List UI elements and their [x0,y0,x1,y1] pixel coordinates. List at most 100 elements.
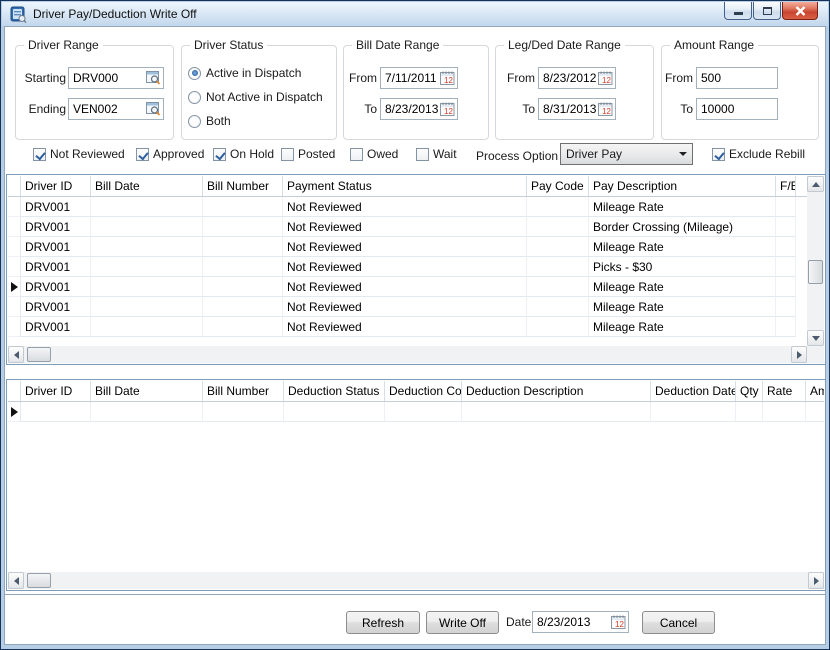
wait-checkbox[interactable]: Wait [416,146,457,162]
cell-driver-id: DRV001 [21,317,91,337]
row-selector [8,217,21,237]
column-header-bill-date[interactable]: Bill Date [91,381,203,401]
grid-row[interactable]: DRV001Not ReviewedPicks - $30 [8,257,807,277]
bill-from-input[interactable] [381,69,438,87]
cell-bill-date [91,317,203,337]
column-header-bill-date[interactable]: Bill Date [91,176,203,196]
column-header-payment-status[interactable]: Payment Status [283,176,527,196]
grid-row[interactable] [8,402,824,422]
bill-from-calendar-button[interactable]: 12 [438,68,457,88]
grid-row[interactable]: DRV001Not ReviewedMileage Rate [8,237,807,257]
pay-grid-horizontal-scrollbar[interactable] [8,346,807,363]
ending-field [68,98,164,120]
cell-amount [806,402,824,422]
ending-lookup-button[interactable] [144,99,163,119]
cell-bill-date [91,277,203,297]
cell-qty [736,402,763,422]
driver-status-group: Driver Status Active in DispatchNot Acti… [181,45,337,140]
horizontal-scrollbar-thumb[interactable] [27,347,51,362]
app-icon [10,6,27,23]
bill-to-calendar-button[interactable]: 12 [438,99,457,119]
cell-bill-number [203,297,283,317]
leg-to-label: To [502,102,535,116]
leg-to-input[interactable] [539,100,596,118]
horizontal-scrollbar-thumb[interactable] [27,573,51,588]
radio-icon [188,91,201,104]
exclude-rebill-checkbox[interactable]: Exclude Rebill [712,146,805,162]
cell-f-b [776,217,796,237]
amount-to-label: To [662,102,693,116]
process-option-select[interactable]: Driver Pay [560,143,693,165]
minimize-button[interactable] [724,2,752,20]
scroll-left-button[interactable] [8,572,24,589]
close-button[interactable] [782,2,818,20]
starting-lookup-button[interactable] [144,68,163,88]
cell-driver-id: DRV001 [21,277,91,297]
cell-deduction-code [385,402,462,422]
cancel-button[interactable]: Cancel [642,611,715,634]
column-header-deduction-status[interactable]: Deduction Status [284,381,385,401]
leg-from-input[interactable] [539,69,596,87]
column-header-bill-number[interactable]: Bill Number [203,381,284,401]
driver-status-option-not-active-in-dispatch[interactable]: Not Active in Dispatch [188,90,323,104]
column-header-pay-description[interactable]: Pay Description [589,176,776,196]
date-calendar-button[interactable]: 12 [609,612,628,632]
arrow-down-icon [812,336,820,341]
not-reviewed-checkbox[interactable]: Not Reviewed [33,146,125,162]
column-header-rate[interactable]: Rate [763,381,806,401]
checkbox-label: Owed [367,147,398,161]
column-header-pay-code[interactable]: Pay Code [527,176,589,196]
column-header-qty[interactable]: Qty [736,381,763,401]
grid-row[interactable]: DRV001Not ReviewedMileage Rate [8,197,807,217]
date-input[interactable] [533,613,609,631]
refresh-button[interactable]: Refresh [346,611,420,634]
starting-input[interactable] [69,69,144,87]
grid-row[interactable]: DRV001Not ReviewedMileage Rate [8,297,807,317]
scroll-up-button[interactable] [807,176,824,192]
column-header-amount[interactable]: Amount [806,381,824,401]
grid-row[interactable]: DRV001Not ReviewedBorder Crossing (Milea… [8,217,807,237]
column-header-driver-id[interactable]: Driver ID [21,381,91,401]
amount-from-input[interactable] [697,69,777,87]
deduction-grid: Driver IDBill DateBill NumberDeduction S… [6,379,826,591]
cell-pay-code [527,297,589,317]
cell-driver-id: DRV001 [21,297,91,317]
column-header-driver-id[interactable]: Driver ID [21,176,91,196]
scroll-right-button[interactable] [808,572,824,589]
leg-to-calendar-button[interactable]: 12 [596,99,615,119]
column-header-bill-number[interactable]: Bill Number [203,176,283,196]
on-hold-checkbox[interactable]: On Hold [213,146,274,162]
scroll-right-button[interactable] [791,346,807,363]
cell-payment-status: Not Reviewed [283,297,527,317]
pay-grid-vertical-scrollbar[interactable] [807,176,824,346]
amount-to-input[interactable] [697,100,777,118]
posted-checkbox[interactable]: Posted [281,146,335,162]
leg-from-calendar-button[interactable]: 12 [596,68,615,88]
row-selector [8,317,21,337]
leg-ded-date-range-title: Leg/Ded Date Range [504,38,625,52]
maximize-button[interactable] [753,2,781,20]
titlebar[interactable]: Driver Pay/Deduction Write Off [2,2,828,26]
bill-to-input[interactable] [381,100,438,118]
driver-status-option-active-in-dispatch[interactable]: Active in Dispatch [188,66,301,80]
deduction-grid-horizontal-scrollbar[interactable] [8,572,824,589]
ending-input[interactable] [69,100,144,118]
write-off-button[interactable]: Write Off [426,611,499,634]
column-header-deduction-date[interactable]: Deduction Date [651,381,736,401]
column-header-deduction-description[interactable]: Deduction Description [462,381,651,401]
cell-rate [763,402,806,422]
column-header-f-b[interactable]: F/B [776,176,796,196]
process-option-value: Driver Pay [561,147,674,161]
driver-status-option-both[interactable]: Both [188,114,231,128]
cell-payment-status: Not Reviewed [283,237,527,257]
owed-checkbox[interactable]: Owed [350,146,398,162]
cell-pay-code [527,217,589,237]
scroll-down-button[interactable] [807,330,824,346]
approved-checkbox[interactable]: Approved [136,146,204,162]
grid-row[interactable]: DRV001Not ReviewedMileage Rate [8,317,807,337]
leg-to-field: 12 [538,98,616,120]
scroll-left-button[interactable] [8,346,24,363]
vertical-scrollbar-thumb[interactable] [808,260,823,284]
grid-row[interactable]: DRV001Not ReviewedMileage Rate [8,277,807,297]
column-header-deduction-code[interactable]: Deduction Code [385,381,462,401]
